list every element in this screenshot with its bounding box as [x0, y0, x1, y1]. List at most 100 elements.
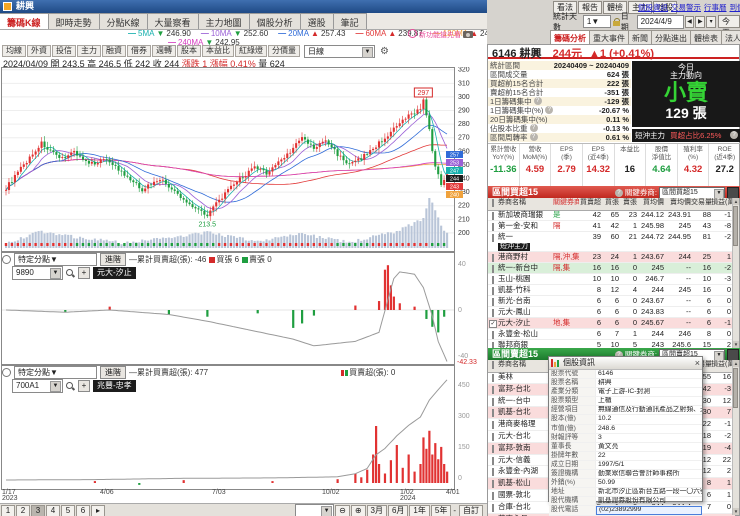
table-row[interactable]: 統一-新台中 隔,集 16 16 0 245 -- 16 -2	[488, 263, 735, 274]
broker-name[interactable]: 統一-台中	[498, 396, 553, 407]
row-checkbox[interactable]	[492, 444, 494, 453]
panel2-advanced-button[interactable]: 進階	[100, 253, 126, 266]
broker-name[interactable]: 永豐金-松山	[498, 329, 553, 339]
range-button-3月[interactable]: 3月	[366, 504, 387, 516]
help-icon[interactable]: ?	[730, 131, 738, 139]
row-checkbox[interactable]	[492, 212, 494, 220]
row-checkbox[interactable]	[492, 385, 494, 394]
row-checkbox[interactable]	[492, 234, 494, 242]
row-checkbox[interactable]	[492, 480, 494, 489]
row-checkbox[interactable]	[492, 287, 494, 295]
broker-name[interactable]: 元大-台北	[498, 431, 553, 442]
page-button-2[interactable]: 2	[16, 504, 30, 516]
table-row[interactable]: 元大-鳳山 6 6 0 243.83 -- 6 0	[488, 307, 735, 318]
broker-name[interactable]: 新加坡商瑞銀	[498, 210, 553, 220]
broker-name[interactable]: 富邦-敦南	[498, 443, 553, 454]
promo-link[interactable]: 新功能搶先看	[408, 29, 487, 39]
help-icon[interactable]: ?	[533, 97, 542, 105]
page-button-1[interactable]: 1	[1, 504, 15, 516]
scrollbar-thumb[interactable]	[733, 368, 738, 408]
search-icon[interactable]	[66, 381, 75, 391]
top-link-行事曆[interactable]: 行事曆	[704, 3, 727, 12]
menu-tab-主力地圖[interactable]: 主力地圖	[197, 13, 250, 29]
indicator-tab-借券[interactable]: 借券	[127, 45, 151, 57]
analysis-tab-體檢表[interactable]: 體檢表	[690, 30, 722, 44]
broker-name[interactable]: 元大-信義	[498, 455, 553, 466]
column-header-關鍵券商[interactable]: 關鍵券商	[553, 198, 579, 210]
panel2-radio[interactable]	[2, 255, 11, 264]
popup-titlebar[interactable]: 個股資訊 ×	[549, 357, 702, 370]
column-header-交易量[interactable]: 交易量	[691, 198, 711, 210]
broker-name[interactable]: 國票-敦北	[498, 490, 553, 501]
table-row[interactable]: 凱基-竹科 8 12 4 244 245 16 0	[488, 285, 735, 296]
broker-name[interactable]: 富邦-台北	[498, 384, 553, 395]
row-checkbox[interactable]	[492, 298, 494, 306]
range-button-6月[interactable]: 6月	[387, 504, 409, 516]
table-row[interactable]: 港商野村 隔,沖,集 23 24 1 243.67 244 25 1	[488, 252, 735, 263]
column-header-賣均價[interactable]: 賣均價	[664, 198, 691, 210]
row-checkbox[interactable]	[492, 397, 494, 406]
panel2-mode-select[interactable]: 特定分點▼	[14, 253, 97, 266]
broker-name[interactable]: 永豐金-內湖	[498, 466, 553, 477]
next-day-button[interactable]: ▶	[695, 15, 706, 28]
row-checkbox[interactable]	[492, 223, 494, 231]
chart-search-input[interactable]: ▼	[295, 503, 335, 516]
broker-name[interactable]: 港商麥格理	[498, 419, 553, 430]
page-button-3[interactable]: 3	[31, 504, 45, 516]
prev-day-button[interactable]: ◀	[684, 15, 695, 28]
indicator-tab-分價量[interactable]: 分價量	[268, 45, 300, 57]
camera-icon[interactable]	[462, 31, 473, 38]
row-checkbox[interactable]	[492, 491, 494, 500]
top-link-到價通知[interactable]: 到價通知	[730, 3, 740, 12]
panel3-mode-select[interactable]: 特定分點▼	[14, 366, 97, 379]
scrollbar-thumb[interactable]	[733, 206, 738, 246]
menu-tab-籌碼K線[interactable]: 籌碼K線	[0, 13, 49, 29]
column-header-賣張[interactable]: 賣張	[619, 198, 637, 210]
row-checkbox[interactable]	[492, 265, 494, 273]
indicator-tab-均線[interactable]: 均線	[2, 45, 26, 57]
row-checkbox[interactable]	[492, 309, 494, 317]
help-icon[interactable]: ?	[529, 133, 538, 141]
gear-icon[interactable]: ⚙	[380, 46, 389, 57]
analysis-tab-重大事件[interactable]: 重大事件	[589, 30, 629, 44]
broker-name[interactable]: 第一金-安和	[498, 221, 553, 231]
today-button[interactable]: 今天	[718, 15, 740, 37]
indicator-tab-主力[interactable]: 主力	[77, 45, 101, 57]
menu-tab-個股分析[interactable]: 個股分析	[248, 13, 301, 29]
row-checkbox[interactable]	[492, 254, 494, 262]
scroll-down-icon[interactable]: ▼	[733, 508, 739, 515]
add-branch-button[interactable]: +	[78, 380, 90, 392]
broker-name[interactable]: 合庫-台北	[498, 502, 553, 513]
row-checkbox[interactable]	[492, 432, 494, 441]
sell-table-scrollbar[interactable]: ▲ ▼	[732, 360, 739, 515]
search-icon[interactable]	[66, 268, 75, 278]
page-button-4[interactable]: 4	[46, 504, 60, 516]
custom-range-button[interactable]: 自訂	[459, 504, 483, 516]
broker-name[interactable]: 元大-汐止	[498, 318, 553, 328]
page-button-5[interactable]: 5	[61, 504, 75, 516]
select-all-checkbox[interactable]	[492, 361, 494, 369]
row-checkbox[interactable]: ✓	[489, 320, 497, 328]
top-button-報告[interactable]: 報告	[578, 1, 602, 14]
broker-name[interactable]: 港商野村	[498, 252, 553, 262]
panel3-advanced-button[interactable]: 進階	[100, 366, 126, 379]
indicator-tab-週轉[interactable]: 週轉	[152, 45, 176, 57]
menu-tab-選股[interactable]: 選股	[299, 13, 334, 29]
analysis-tab-分點進出[interactable]: 分點進出	[651, 30, 691, 44]
analysis-tab-法人目標(290元)[interactable]: 法人目標(290元)	[721, 30, 740, 44]
page-more-button[interactable]: ▸	[91, 504, 105, 516]
broker-name[interactable]: 統一-新台中	[498, 263, 553, 273]
menu-tab-大量察看[interactable]: 大量察看	[146, 13, 199, 29]
indicator-tab-股本[interactable]: 股本	[177, 45, 201, 57]
column-header-券商名稱[interactable]: 券商名稱	[498, 198, 553, 210]
add-branch-button[interactable]: +	[78, 267, 90, 279]
scroll-down-icon[interactable]: ▼	[733, 341, 739, 348]
row-checkbox[interactable]	[492, 421, 494, 430]
column-header-損益(萬)[interactable]: 損益(萬)	[711, 360, 733, 372]
analysis-tab-籌碼分析[interactable]: 籌碼分析	[550, 30, 590, 44]
help-icon[interactable]: ?	[529, 124, 538, 132]
table-row[interactable]: 永豐金-松山 6 7 1 244 246 8 0	[488, 329, 735, 340]
broker-name[interactable]: 美林	[498, 372, 553, 383]
column-header-買張[interactable]: 買張	[601, 198, 619, 210]
broker-name[interactable]: 凱基-竹科	[498, 285, 553, 295]
